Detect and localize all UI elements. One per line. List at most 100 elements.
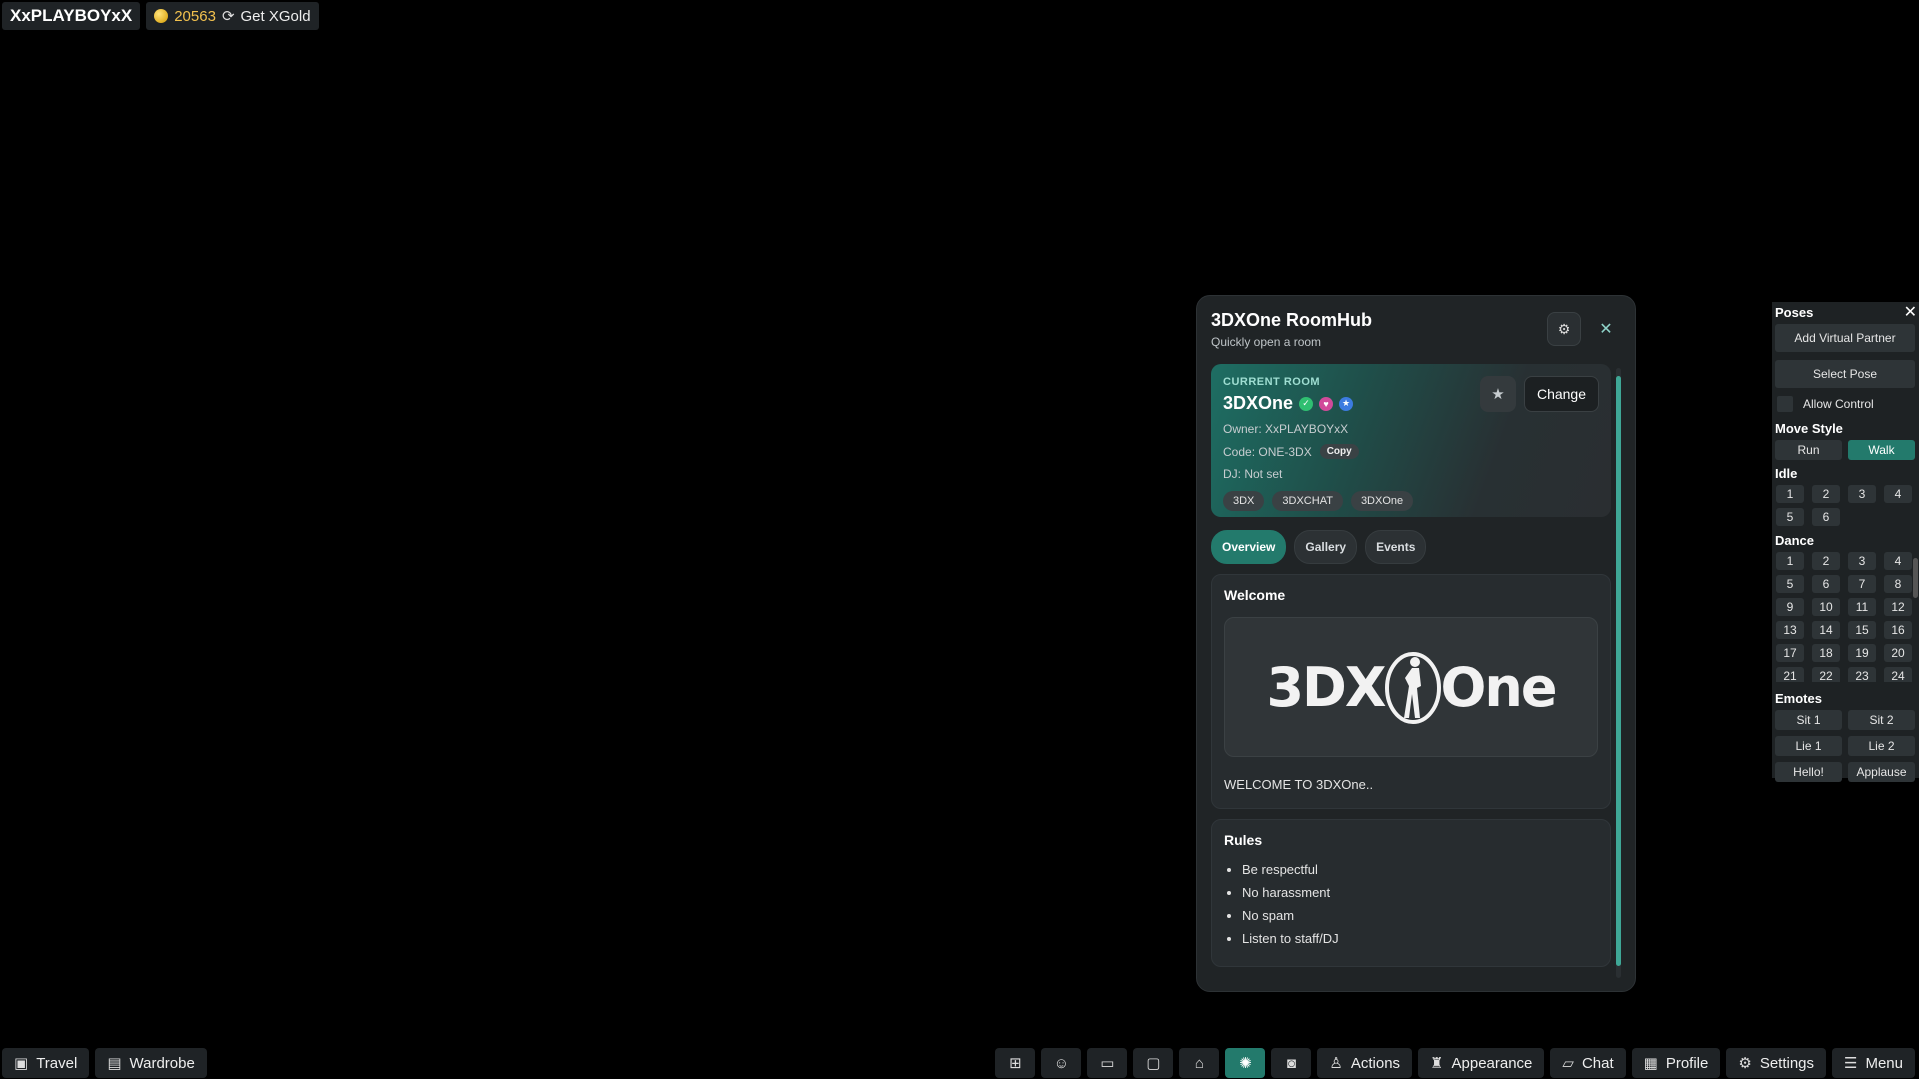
gear-icon: ⚙ <box>1557 320 1571 337</box>
games-button[interactable]: ▭ <box>1087 1048 1128 1078</box>
dance-button[interactable]: 9 <box>1776 598 1804 616</box>
scrollbar-thumb[interactable] <box>1616 376 1621 966</box>
dancer-logo-icon <box>1384 652 1441 724</box>
idle-button[interactable]: 2 <box>1812 485 1840 503</box>
dance-button[interactable]: 14 <box>1812 621 1840 639</box>
menu-button[interactable]: ☰ Menu <box>1832 1048 1915 1078</box>
room-tag[interactable]: 3DXOne <box>1350 491 1414 511</box>
poses-panel: Poses ✕ Add Virtual Partner Select Pose … <box>1772 302 1919 782</box>
dance-button[interactable]: 19 <box>1848 644 1876 662</box>
idle-button[interactable]: 6 <box>1812 508 1840 526</box>
get-gold-button[interactable]: Get XGold <box>241 8 311 25</box>
settings-button[interactable]: ⚙ Settings <box>1726 1048 1827 1078</box>
shop-button[interactable]: ⊞ <box>995 1048 1036 1078</box>
dance-list[interactable]: 1 2 3 4 5 6 7 8 9 10 11 12 13 14 15 16 1… <box>1772 548 1919 682</box>
select-pose-button[interactable]: Select Pose <box>1775 360 1915 388</box>
dance-button[interactable]: 15 <box>1848 621 1876 639</box>
screen-button[interactable]: ▢ <box>1133 1048 1174 1078</box>
poses-close-icon[interactable]: ✕ <box>1904 302 1917 322</box>
profile-button[interactable]: ▦ Profile <box>1631 1048 1721 1078</box>
dance-button[interactable]: 13 <box>1776 621 1804 639</box>
list-item: No harassment <box>1242 885 1598 900</box>
walking-person-icon: ♙ <box>1329 1055 1343 1072</box>
avatar-button[interactable]: ☺ <box>1041 1048 1082 1078</box>
dance-button[interactable]: 22 <box>1812 667 1840 682</box>
dance-button[interactable]: 17 <box>1776 644 1804 662</box>
travel-button[interactable]: ▣ Travel <box>2 1048 90 1078</box>
room-tag[interactable]: 3DXCHAT <box>1272 491 1343 511</box>
tab-gallery[interactable]: Gallery <box>1294 530 1358 564</box>
actions-button[interactable]: ♙ Actions <box>1317 1048 1413 1078</box>
dance-button[interactable]: 16 <box>1884 621 1912 639</box>
walk-button[interactable]: Walk <box>1848 440 1915 460</box>
dance-button[interactable]: 2 <box>1812 552 1840 570</box>
emote-button[interactable]: Sit 1 <box>1775 710 1842 730</box>
dance-button[interactable]: 12 <box>1884 598 1912 616</box>
room-tag[interactable]: 3DX <box>1223 491 1265 511</box>
favorite-button[interactable]: ★ <box>1479 376 1516 412</box>
copy-code-button[interactable]: Copy <box>1319 444 1359 459</box>
dance-button[interactable]: 1 <box>1776 552 1804 570</box>
camera-button[interactable]: ◙ <box>1271 1048 1312 1078</box>
actions-label: Actions <box>1350 1054 1401 1072</box>
dance-button[interactable]: 8 <box>1884 575 1912 593</box>
home-button[interactable]: ⌂ <box>1179 1048 1220 1078</box>
dance-button[interactable]: 3 <box>1848 552 1876 570</box>
dance-button[interactable]: 4 <box>1884 552 1912 570</box>
roomhub-tabs: Overview Gallery Events <box>1211 530 1611 564</box>
emotes-grid: Sit 1 Sit 2 Lie 1 Lie 2 Hello! Applause <box>1775 710 1915 782</box>
add-virtual-partner-button[interactable]: Add Virtual Partner <box>1775 324 1915 352</box>
dance-button[interactable]: 5 <box>1776 575 1804 593</box>
wardrobe-button[interactable]: ▤ Wardrobe <box>95 1048 207 1078</box>
dance-button[interactable]: 11 <box>1848 598 1876 616</box>
idle-button[interactable]: 3 <box>1848 485 1876 503</box>
dance-button[interactable]: 20 <box>1884 644 1912 662</box>
idle-button[interactable]: 4 <box>1884 485 1912 503</box>
dance-title: Dance <box>1775 533 1815 548</box>
list-item: Be respectful <box>1242 862 1598 877</box>
idle-button[interactable]: 5 <box>1776 508 1804 526</box>
idle-button[interactable]: 1 <box>1776 485 1804 503</box>
roomhub-button[interactable]: ✺ <box>1225 1048 1266 1078</box>
dance-button[interactable]: 23 <box>1848 667 1876 682</box>
emote-button[interactable]: Lie 1 <box>1775 736 1842 756</box>
dance-scrollbar[interactable] <box>1913 558 1918 598</box>
chat-button[interactable]: ▱ Chat <box>1550 1048 1626 1078</box>
welcome-text: WELCOME TO 3DXOne.. <box>1224 777 1374 792</box>
emote-button[interactable]: Hello! <box>1775 762 1842 782</box>
tab-events[interactable]: Events <box>1365 530 1427 564</box>
idle-title: Idle <box>1775 466 1798 481</box>
list-item: No spam <box>1242 908 1598 923</box>
dance-button[interactable]: 21 <box>1776 667 1804 682</box>
rules-title: Rules <box>1224 832 1263 848</box>
roomhub-close-button[interactable]: ✕ <box>1591 314 1621 344</box>
roomhub-settings-button[interactable]: ⚙ <box>1547 312 1581 346</box>
appearance-button[interactable]: ♜ Appearance <box>1418 1048 1545 1078</box>
blue-badge-icon: ★ <box>1339 396 1354 411</box>
gold-widget[interactable]: 20563 ⟳ Get XGold <box>146 2 319 30</box>
allow-control-checkbox[interactable] <box>1777 396 1793 412</box>
pink-badge-icon: ♥ <box>1319 396 1334 411</box>
dance-button[interactable]: 6 <box>1812 575 1840 593</box>
dance-button[interactable]: 24 <box>1884 667 1912 682</box>
dance-button[interactable]: 10 <box>1812 598 1840 616</box>
username-label[interactable]: XxPLAYBOYxX <box>2 2 141 30</box>
refresh-icon[interactable]: ⟳ <box>222 7 235 25</box>
camera-icon: ◙ <box>1286 1054 1296 1072</box>
bottom-bar-left: ▣ Travel ▤ Wardrobe <box>2 1048 207 1078</box>
dance-button[interactable]: 18 <box>1812 644 1840 662</box>
tab-overview[interactable]: Overview <box>1211 530 1287 564</box>
room-owner: Owner: XxPLAYBOYxX <box>1223 422 1349 436</box>
emote-button[interactable]: Sit 2 <box>1848 710 1915 730</box>
run-button[interactable]: Run <box>1775 440 1842 460</box>
change-room-button[interactable]: Change <box>1523 376 1599 412</box>
logo-text-right: One <box>1440 655 1558 719</box>
verified-badge-icon: ✓ <box>1299 396 1314 411</box>
emote-button[interactable]: Lie 2 <box>1848 736 1915 756</box>
chat-icon: ▱ <box>1562 1055 1574 1072</box>
dance-button[interactable]: 7 <box>1848 575 1876 593</box>
roomhub-scrollbar[interactable] <box>1616 368 1621 978</box>
move-style-title: Move Style <box>1775 421 1843 436</box>
emote-button[interactable]: Applause <box>1848 762 1915 782</box>
star-icon: ★ <box>1491 386 1505 403</box>
